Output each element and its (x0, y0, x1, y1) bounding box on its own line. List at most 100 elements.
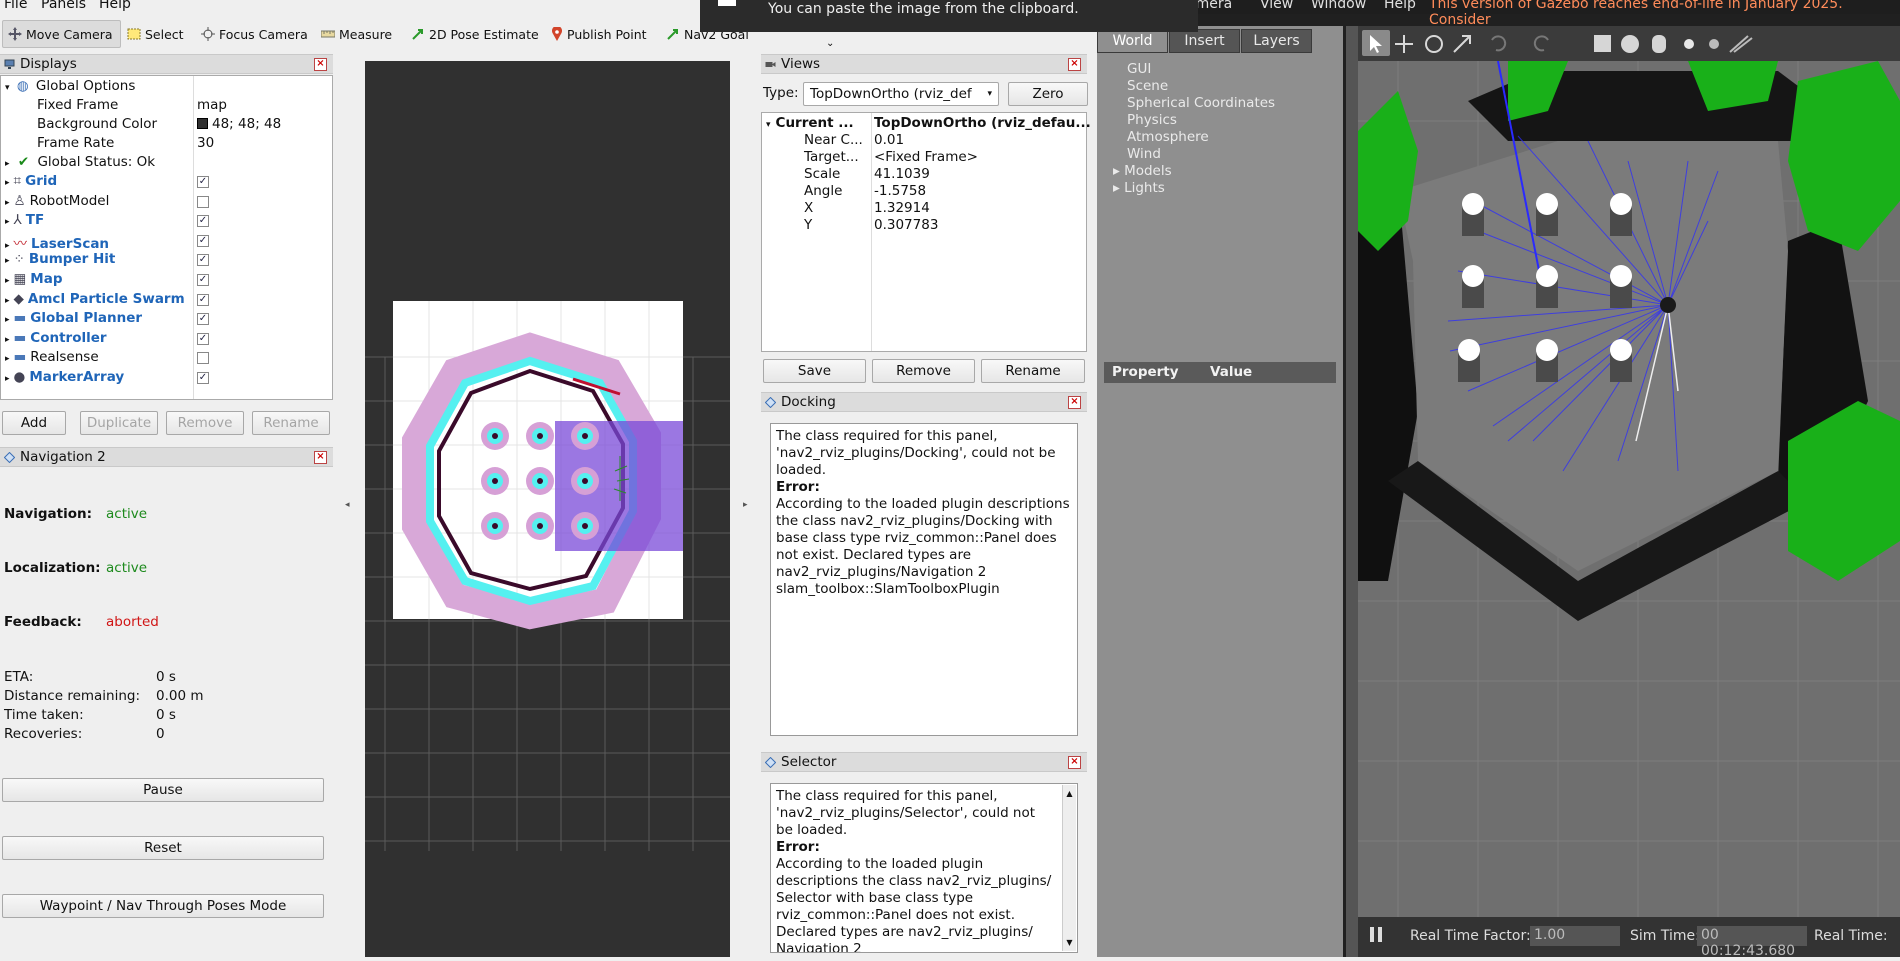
gz-scale-icon[interactable] (1453, 35, 1471, 53)
save-view-button[interactable]: Save (763, 359, 866, 383)
view-type-select[interactable]: TopDownOrtho (rviz_def ▾ (803, 82, 999, 106)
gz-sphere-icon[interactable] (1621, 35, 1639, 53)
gz-box-icon[interactable] (1594, 35, 1611, 52)
display-item-global-planner[interactable]: ▸ ▬ Global Planner (5, 310, 142, 329)
prop-value-background-color[interactable]: 48; 48; 48 (197, 116, 281, 135)
display-checkbox[interactable]: ✓ (197, 234, 209, 247)
selector-close-icon[interactable]: × (1068, 756, 1081, 769)
display-checkbox[interactable]: ✓ (197, 313, 209, 326)
expand-arrow-icon[interactable]: ▸ (5, 178, 10, 188)
expand-arrow-icon[interactable]: ▸ (5, 256, 10, 266)
measure-button[interactable]: Measure (316, 20, 397, 48)
display-item-robotmodel[interactable]: ▸ ♙ RobotModel (5, 193, 109, 212)
move-camera-button[interactable]: Move Camera (2, 20, 121, 48)
gz-menu-window[interactable]: Window (1311, 0, 1366, 12)
selector-scrollbar[interactable]: ▲ ▼ (1062, 785, 1076, 951)
expand-arrow-icon[interactable]: ▸ (5, 217, 10, 227)
global-options-row[interactable]: ▾ ◍ Global Options (5, 78, 135, 97)
gz-redo-icon[interactable] (1533, 35, 1549, 52)
gz-cylinder-icon[interactable] (1652, 35, 1666, 53)
display-checkbox[interactable]: ✓ (197, 176, 209, 188)
display-checkbox[interactable]: ✓ (197, 254, 209, 267)
menu-help[interactable]: Help (99, 0, 131, 12)
expand-arrow-icon[interactable]: ▸ (5, 276, 10, 286)
expand-arrow-icon[interactable]: ▸ (5, 296, 10, 306)
display-item-laserscan[interactable]: ▸ 〰 LaserScan (5, 232, 109, 252)
expand-arrow-icon[interactable]: ▸ (5, 335, 10, 345)
gz-tree-item-lights[interactable]: ▸ Lights (1113, 180, 1165, 196)
gz-splitter[interactable] (1346, 26, 1358, 957)
rviz-3d-viewport[interactable] (365, 61, 730, 957)
view-prop-value[interactable]: 0.307783 (874, 217, 938, 236)
pause-button[interactable]: Pause (2, 778, 324, 802)
remove-view-button[interactable]: Remove (872, 359, 975, 383)
left-splitter-arrow-icon[interactable]: ◂ (345, 500, 350, 510)
gz-tab-world[interactable]: World (1097, 29, 1168, 53)
gz-menu-help[interactable]: Help (1384, 0, 1416, 12)
display-checkbox[interactable]: ✓ (197, 293, 209, 306)
gz-tree-item-spherical-coordinates[interactable]: Spherical Coordinates (1127, 95, 1275, 111)
publish-point-button[interactable]: Publish Point (546, 20, 652, 48)
display-item-grid[interactable]: ▸ ⌗ Grid (5, 173, 57, 192)
display-checkbox[interactable] (197, 195, 209, 208)
gz-tab-insert[interactable]: Insert (1169, 29, 1240, 53)
gazebo-3d-scene[interactable] (1358, 61, 1900, 917)
gz-tree-item-atmosphere[interactable]: Atmosphere (1127, 129, 1209, 145)
expand-arrow-icon[interactable]: ▸ (5, 315, 10, 325)
prop-value-frame-rate[interactable]: 30 (197, 135, 214, 154)
display-item-realsense[interactable]: ▸ ▬ Realsense (5, 349, 99, 368)
menu-panels[interactable]: Panels (41, 0, 86, 12)
gz-menu-view[interactable]: View (1260, 0, 1293, 12)
add-display-button[interactable]: Add (2, 411, 66, 435)
gz-expand-arrow-icon[interactable]: ▸ (1113, 163, 1124, 179)
select-button[interactable]: Select (122, 20, 189, 48)
display-item-controller[interactable]: ▸ ▬ Controller (5, 330, 107, 349)
reset-button[interactable]: Reset (2, 836, 324, 860)
display-checkbox[interactable]: ✓ (197, 274, 209, 286)
gz-tree-item-scene[interactable]: Scene (1127, 78, 1168, 94)
zero-view-button[interactable]: Zero (1008, 82, 1088, 106)
display-checkbox[interactable] (197, 352, 209, 365)
display-checkbox[interactable]: ✓ (197, 372, 209, 384)
right-splitter-arrow-icon[interactable]: ▸ (743, 500, 748, 510)
display-item-bumper-hit[interactable]: ▸ ⁘ Bumper Hit (5, 251, 115, 270)
expand-arrow-icon[interactable]: ▸ (5, 198, 10, 208)
displays-close-icon[interactable]: × (314, 58, 327, 71)
rename-display-button[interactable]: Rename (252, 411, 330, 435)
expand-arrow-icon[interactable]: ▸ (5, 374, 10, 384)
views-close-icon[interactable]: × (1068, 58, 1081, 71)
gz-rotate-icon[interactable] (1425, 35, 1443, 53)
display-item-amcl-particle-swarm[interactable]: ▸ ◆ Amcl Particle Swarm (5, 291, 185, 310)
gz-tree-item-models[interactable]: ▸ Models (1113, 163, 1172, 179)
waypoint-mode-button[interactable]: Waypoint / Nav Through Poses Mode (2, 894, 324, 918)
focus-camera-button[interactable]: Focus Camera (196, 20, 313, 48)
gz-tab-layers[interactable]: Layers (1241, 29, 1312, 53)
docking-close-icon[interactable]: × (1068, 396, 1081, 409)
expand-arrow-icon[interactable]: ▸ (5, 241, 10, 251)
rename-view-button[interactable]: Rename (981, 359, 1085, 383)
display-item-markerarray[interactable]: ▸ ● MarkerArray (5, 369, 124, 388)
menu-file[interactable]: File (4, 0, 27, 12)
gz-spotlight-icon[interactable] (1709, 39, 1719, 49)
navigation-close-icon[interactable]: × (314, 451, 327, 464)
pose-estimate-button[interactable]: 2D Pose Estimate (406, 20, 544, 48)
gz-dirlight-icon[interactable] (1729, 35, 1753, 53)
gz-translate-icon[interactable] (1395, 35, 1413, 53)
gz-pointlight-icon[interactable] (1684, 39, 1694, 49)
gz-undo-icon[interactable] (1491, 35, 1507, 52)
expand-arrow-icon[interactable]: ▸ (5, 354, 10, 364)
display-checkbox[interactable]: ✓ (197, 215, 209, 228)
gz-tree-item-wind[interactable]: Wind (1127, 146, 1161, 162)
display-checkbox[interactable]: ✓ (197, 332, 209, 345)
display-item-tf[interactable]: ▸ ⅄ TF (5, 212, 44, 231)
gz-expand-arrow-icon[interactable]: ▸ (1113, 180, 1124, 196)
display-item-map[interactable]: ▸ ▦ Map (5, 271, 63, 290)
global-status-row[interactable]: ▸ ✔ Global Status: Ok (5, 154, 155, 173)
remove-display-button[interactable]: Remove (166, 411, 244, 435)
toolbar-overflow-chevron-icon[interactable]: ⌄ (826, 38, 834, 49)
gz-pause-icon[interactable] (1370, 925, 1384, 945)
duplicate-display-button[interactable]: Duplicate (80, 411, 158, 435)
gz-tree-item-physics[interactable]: Physics (1127, 112, 1177, 128)
gz-tree-item-gui[interactable]: GUI (1127, 61, 1151, 77)
prop-value-fixed-frame[interactable]: map (197, 97, 227, 116)
